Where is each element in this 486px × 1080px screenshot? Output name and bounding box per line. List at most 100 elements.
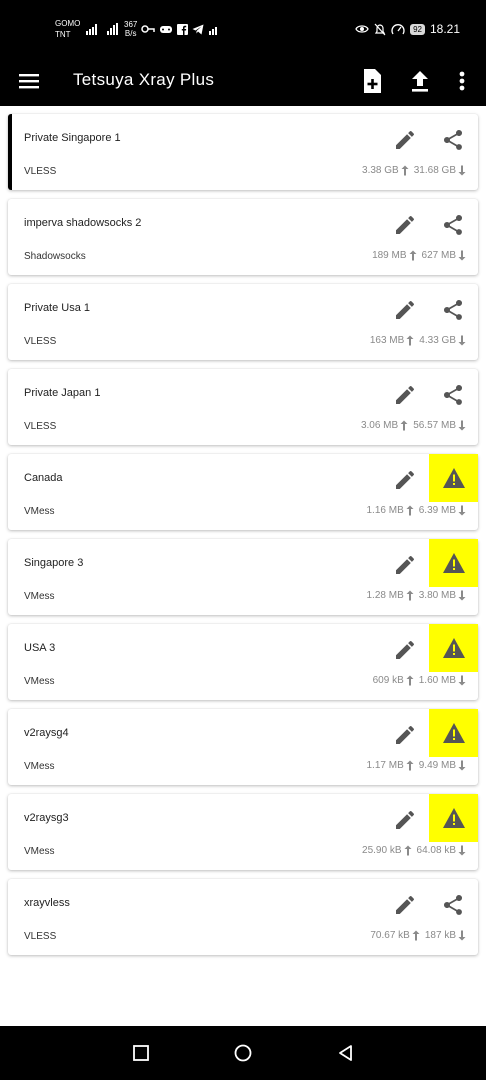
traffic-up: 3.06 MB (360, 420, 399, 431)
download-arrow-icon (458, 930, 466, 941)
traffic-down: 3.80 MB (418, 590, 456, 601)
server-card[interactable]: v2raysg4 VMess 1.17 MB 9.49 MB (8, 709, 478, 785)
download-arrow-icon (458, 505, 466, 516)
server-card[interactable]: Private Singapore 1 VLESS 3.38 GB 31.68 … (8, 114, 478, 190)
server-name: Singapore 3 (24, 557, 84, 569)
screen: GOMO TNT 367 B/s 92 18.21 Tetsuya Xray P… (0, 0, 486, 1080)
server-card[interactable]: USA 3 VMess 609 kB 1.60 MB (8, 624, 478, 700)
traffic-stats: 3.38 GB 31.68 GB (362, 165, 466, 176)
server-name: xrayvless (24, 897, 70, 909)
vpn-key-icon (141, 25, 156, 33)
share-button[interactable] (441, 128, 465, 152)
edit-button[interactable] (393, 808, 417, 832)
server-card[interactable]: imperva shadowsocks 2 Shadowsocks 189 MB… (8, 199, 478, 275)
edit-button[interactable] (393, 553, 417, 577)
warning-icon (442, 553, 465, 573)
server-name: v2raysg4 (24, 727, 69, 739)
traffic-stats: 1.17 MB 9.49 MB (367, 760, 467, 771)
traffic-stats: 1.16 MB 6.39 MB (367, 505, 467, 516)
share-button[interactable] (441, 298, 465, 322)
server-card[interactable]: Private Usa 1 VLESS 163 MB 4.33 GB (8, 284, 478, 360)
server-protocol: Shadowsocks (24, 251, 86, 262)
edit-button[interactable] (393, 638, 417, 662)
more-options-button[interactable] (452, 67, 472, 95)
status-left-icons: 367 B/s (86, 20, 220, 38)
back-button[interactable] (336, 1043, 356, 1063)
server-name: Private Singapore 1 (24, 132, 121, 144)
edit-button[interactable] (393, 468, 417, 492)
share-button[interactable] (441, 893, 465, 917)
game-icon (160, 26, 173, 33)
share-button[interactable] (441, 383, 465, 407)
server-card[interactable]: Private Japan 1 VLESS 3.06 MB 56.57 MB (8, 369, 478, 445)
server-protocol: VMess (24, 591, 55, 602)
home-button[interactable] (233, 1043, 253, 1063)
signal-small-icon (209, 26, 218, 35)
traffic-down: 1.60 MB (418, 675, 456, 686)
server-protocol: VMess (24, 761, 55, 772)
server-name: v2raysg3 (24, 812, 69, 824)
server-card[interactable]: Singapore 3 VMess 1.28 MB 3.80 MB (8, 539, 478, 615)
status-right-icons: 92 18.21 (355, 20, 460, 38)
add-config-button[interactable] (359, 67, 385, 95)
system-nav-bar (0, 1026, 486, 1080)
share-icon (443, 894, 463, 915)
download-arrow-icon (458, 845, 466, 856)
traffic-up: 189 MB (372, 250, 407, 261)
upload-arrow-icon (404, 845, 412, 856)
warning-button[interactable] (429, 454, 478, 502)
traffic-down: 56.57 MB (413, 420, 456, 431)
warning-button[interactable] (429, 709, 478, 757)
edit-button[interactable] (393, 298, 417, 322)
traffic-down: 31.68 GB (413, 165, 456, 176)
share-button[interactable] (441, 213, 465, 237)
edit-button[interactable] (393, 893, 417, 917)
edit-button[interactable] (393, 213, 417, 237)
server-name: imperva shadowsocks 2 (24, 217, 142, 229)
signal-icon (86, 24, 97, 35)
server-card[interactable]: xrayvless VLESS 70.67 kB 187 kB (8, 879, 478, 955)
edit-icon (396, 640, 415, 659)
server-card[interactable]: v2raysg3 VMess 25.90 kB 64.08 kB (8, 794, 478, 870)
add-file-icon (364, 69, 381, 93)
traffic-stats: 3.06 MB 56.57 MB (361, 420, 466, 431)
more-vert-icon (459, 71, 465, 91)
network-speed: 367 B/s (124, 20, 137, 38)
upload-arrow-icon (412, 930, 420, 941)
carrier-line-2: TNT (55, 30, 71, 39)
speed-value: 367 (124, 20, 138, 29)
traffic-stats: 25.90 kB 64.08 kB (362, 845, 466, 856)
upload-arrow-icon (406, 590, 414, 601)
traffic-up: 3.38 GB (362, 165, 399, 176)
edit-icon (396, 470, 415, 489)
warning-icon (442, 808, 465, 828)
traffic-down: 187 kB (424, 930, 456, 941)
app-title: Tetsuya Xray Plus (73, 70, 215, 89)
edit-button[interactable] (393, 723, 417, 747)
edit-icon (396, 810, 415, 829)
warning-button[interactable] (429, 624, 478, 672)
share-icon (443, 299, 463, 320)
download-arrow-icon (458, 760, 466, 771)
recents-icon (133, 1045, 149, 1061)
warning-button[interactable] (429, 539, 478, 587)
import-button[interactable] (407, 67, 433, 95)
traffic-up: 1.17 MB (366, 760, 404, 771)
traffic-stats: 163 MB 4.33 GB (370, 335, 466, 346)
upload-arrow-icon (401, 165, 409, 176)
menu-button[interactable] (16, 68, 42, 94)
edit-button[interactable] (393, 128, 417, 152)
warning-icon (442, 468, 465, 488)
traffic-up: 163 MB (369, 335, 405, 346)
recents-button[interactable] (131, 1043, 151, 1063)
wifi-icon (107, 23, 118, 35)
carrier-label: GOMO TNT (55, 18, 83, 40)
edit-button[interactable] (393, 383, 417, 407)
server-card[interactable]: Canada VMess 1.16 MB 6.39 MB (8, 454, 478, 530)
home-icon (234, 1044, 252, 1062)
warning-button[interactable] (429, 794, 478, 842)
server-protocol: VMess (24, 676, 55, 687)
server-protocol: VMess (24, 506, 55, 517)
download-arrow-icon (458, 590, 466, 601)
back-icon (339, 1045, 352, 1061)
